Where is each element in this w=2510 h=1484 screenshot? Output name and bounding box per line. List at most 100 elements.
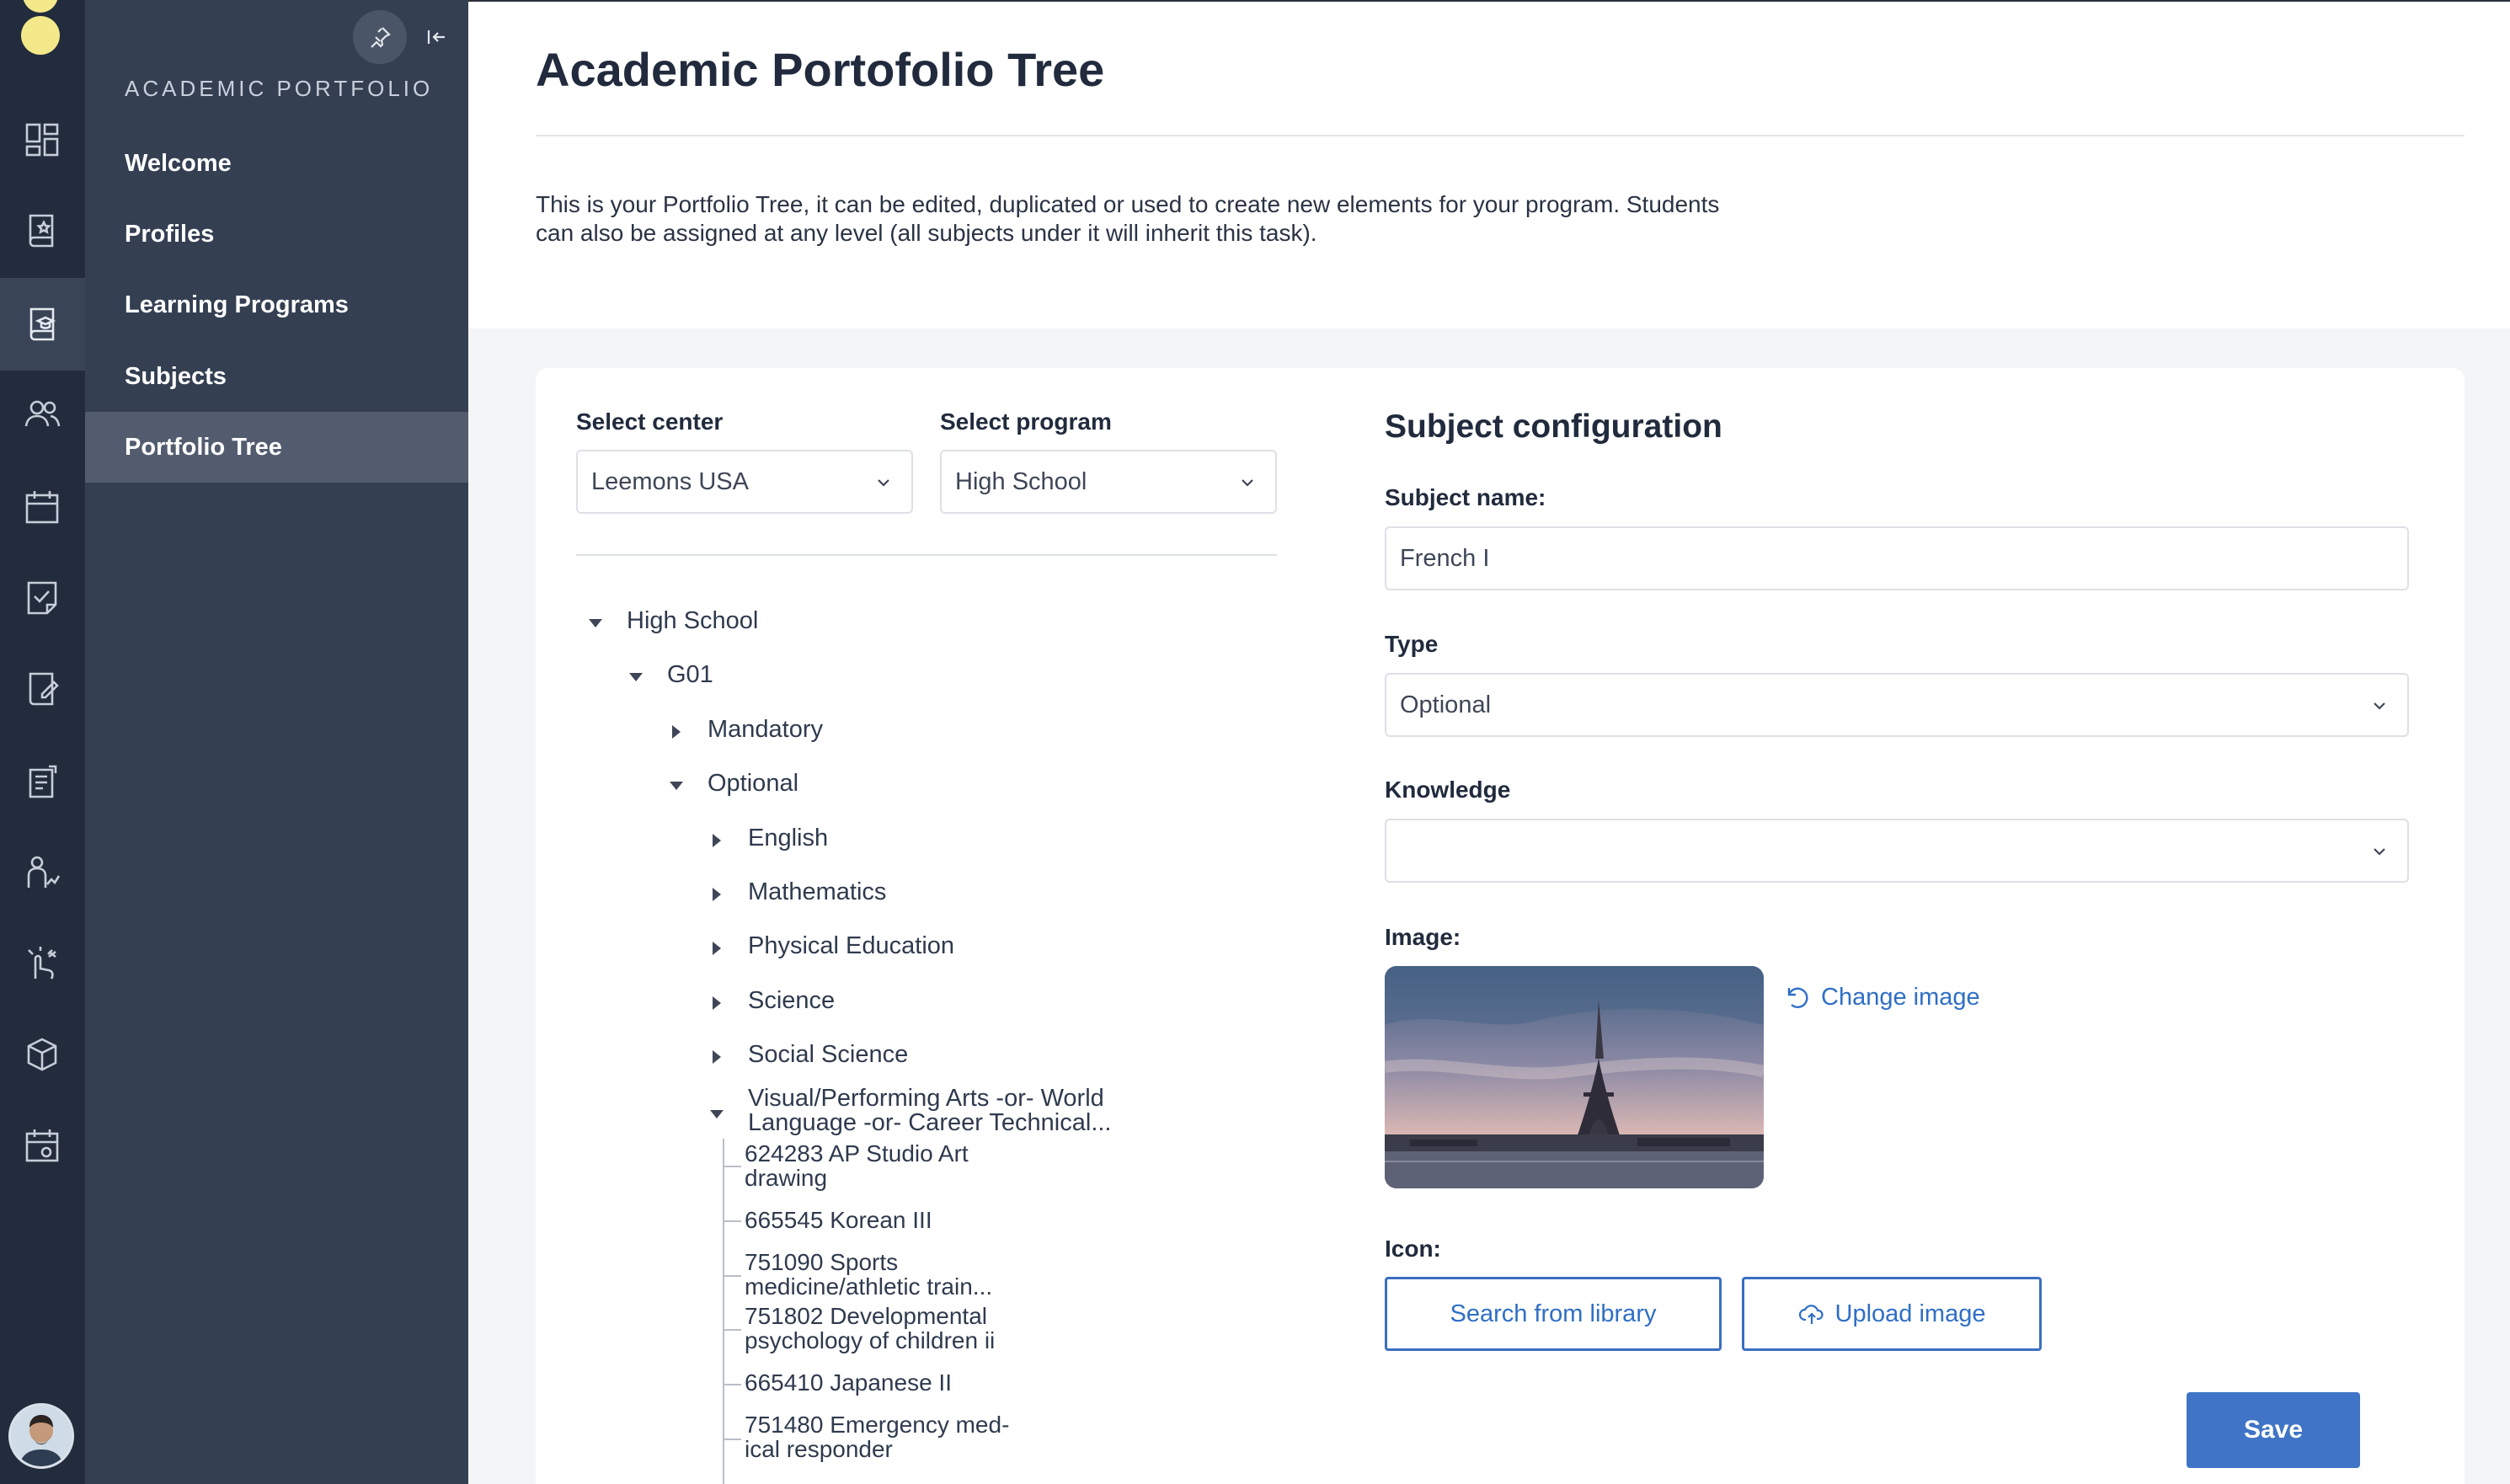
upload-image-label: Upload image [1834, 1300, 1986, 1327]
book-graduation-icon[interactable] [0, 278, 85, 371]
subject-name-value: French I [1400, 544, 1490, 572]
caret-down-icon [627, 668, 645, 686]
tree-leaf[interactable]: 751802 Developmental psychology of child… [745, 1304, 995, 1353]
change-image-label: Change image [1821, 983, 1980, 1011]
tree-node-high-school[interactable]: High School [586, 607, 758, 635]
tree-connector [723, 1329, 741, 1331]
program-select-value: High School [955, 467, 1087, 495]
tree-node-label: Physical Education [748, 932, 955, 959]
collapse-sidebar-icon[interactable] [419, 19, 456, 56]
config-title: Subject configuration [1385, 408, 1722, 445]
tree-node-optional[interactable]: Optional [667, 770, 798, 798]
users-icon[interactable] [20, 392, 64, 436]
tree-node-g01[interactable]: G01 [627, 661, 713, 689]
tree-node-social-science[interactable]: Social Science [708, 1041, 908, 1069]
leaf-label-line-2: drawing [745, 1165, 828, 1191]
caret-right-icon [708, 831, 726, 850]
caret-right-icon [708, 939, 726, 958]
center-select[interactable]: Leemons USA [576, 450, 913, 514]
sidebar-item-subjects[interactable]: Subjects [85, 341, 468, 412]
caret-right-icon [708, 885, 726, 904]
book-star-icon[interactable] [20, 209, 64, 253]
search-from-library-button[interactable]: Search from library [1385, 1277, 1722, 1351]
type-label: Type [1385, 631, 1439, 657]
tree-node-label-line-1: Visual/Performing Arts -or- World [748, 1085, 1104, 1112]
change-image-button[interactable]: Change image [1782, 983, 1980, 1012]
calendar-icon[interactable] [20, 485, 64, 529]
tree-leaf[interactable]: 751480 Emergency med- ical responder [745, 1412, 1009, 1461]
main-content: Academic Portofolio Tree This is your Po… [468, 0, 2510, 1484]
sidebar-item-welcome[interactable]: Welcome [85, 128, 468, 199]
tree-leaf[interactable]: 665545 Korean III [745, 1208, 932, 1232]
tree-node-english[interactable]: English [708, 825, 828, 852]
leaf-label-line-2: medicine/athletic train... [745, 1273, 993, 1300]
upload-image-button[interactable]: Upload image [1742, 1277, 2042, 1351]
type-select[interactable]: Optional [1385, 673, 2409, 737]
description-line-2: can also be assigned at any level (all s… [536, 220, 1317, 246]
document-list-icon[interactable] [20, 760, 64, 803]
caret-right-icon [708, 994, 726, 1012]
tree-connector [723, 1275, 741, 1277]
type-select-value: Optional [1400, 691, 1492, 718]
sidebar-item-profiles[interactable]: Profiles [85, 199, 468, 270]
pin-icon[interactable] [353, 10, 407, 64]
knowledge-select[interactable] [1385, 819, 2409, 883]
logo-icon[interactable] [17, 0, 64, 56]
tree-connector [723, 1384, 741, 1385]
sidebar-item-learning-programs[interactable]: Learning Programs [85, 270, 468, 340]
calendar-settings-icon[interactable] [20, 1124, 64, 1167]
tree-connector [723, 1166, 741, 1167]
leaf-label-line-1: 665545 Korean III [745, 1207, 932, 1233]
dashboard-icon[interactable] [20, 118, 64, 162]
tree-node-science[interactable]: Science [708, 987, 835, 1015]
page-header: Academic Portofolio Tree This is your Po… [468, 0, 2510, 328]
description-line-1: This is your Portfolio Tree, it can be e… [536, 191, 1720, 217]
icon-rail [0, 0, 85, 1484]
center-select-value: Leemons USA [591, 467, 749, 495]
task-check-icon[interactable] [20, 576, 64, 620]
leaf-label-line-2: psychology of children ii [745, 1327, 996, 1353]
tree-node-label: Science [748, 987, 836, 1014]
sub-navigation: ACADEMIC PORTFOLIO Welcome Profiles Lear… [85, 0, 468, 1484]
tree-node-label: Optional [708, 770, 799, 797]
edit-note-icon[interactable] [20, 667, 64, 711]
caret-down-icon [586, 614, 605, 633]
cloud-upload-icon [1798, 1305, 1824, 1324]
page-description: This is your Portfolio Tree, it can be e… [536, 190, 1850, 248]
tree-leaf[interactable]: 751090 Sports medicine/athletic train... [745, 1250, 992, 1299]
caret-right-icon [667, 723, 686, 741]
pointer-click-icon[interactable] [20, 942, 64, 985]
tree-leaf[interactable]: 624283 AP Studio Art drawing [745, 1141, 969, 1190]
program-select[interactable]: High School [940, 450, 1277, 514]
tree-node-physical-education[interactable]: Physical Education [708, 932, 954, 960]
avatar[interactable] [8, 1403, 74, 1469]
tree-node-label: High School [627, 607, 759, 634]
tree-card: Select center Leemons USA Select program… [536, 368, 1385, 1484]
caret-right-icon [708, 1048, 726, 1066]
subject-image [1385, 966, 1764, 1188]
subject-name-input[interactable]: French I [1385, 526, 2409, 590]
tree-node-label: English [748, 825, 829, 851]
knowledge-label: Knowledge [1385, 777, 1511, 803]
icon-label: Icon: [1385, 1236, 1441, 1262]
tree-node-mandatory[interactable]: Mandatory [667, 716, 823, 744]
section-title: ACADEMIC PORTFOLIO [125, 76, 434, 101]
caret-down-icon [667, 777, 686, 795]
leaf-label-line-1: 665410 Japanese II [745, 1369, 952, 1396]
filter-divider [576, 554, 1277, 556]
leaf-label-line-1: 751802 Developmental [745, 1303, 987, 1329]
leaf-label-line-1: 751480 Emergency med- [745, 1412, 1010, 1438]
tree-node-mathematics[interactable]: Mathematics [708, 878, 886, 906]
box-icon[interactable] [20, 1033, 64, 1076]
sidebar-item-portfolio-tree[interactable]: Portfolio Tree [85, 412, 468, 483]
tree-leaf[interactable]: 665410 Japanese II [745, 1370, 952, 1395]
tree-connector [723, 1439, 741, 1440]
tree-node-label: Mathematics [748, 878, 887, 905]
chevron-down-icon [2374, 702, 2385, 710]
tree-node-visual-performing-arts[interactable]: Visual/Performing Arts -or- World Langua… [708, 1086, 1112, 1135]
people-growth-icon[interactable] [20, 851, 64, 894]
tree-node-label: G01 [667, 661, 713, 688]
save-button[interactable]: Save [2187, 1392, 2360, 1468]
leaf-label-line-2: ical responder [745, 1436, 893, 1462]
subject-name-label: Subject name: [1385, 484, 1546, 510]
